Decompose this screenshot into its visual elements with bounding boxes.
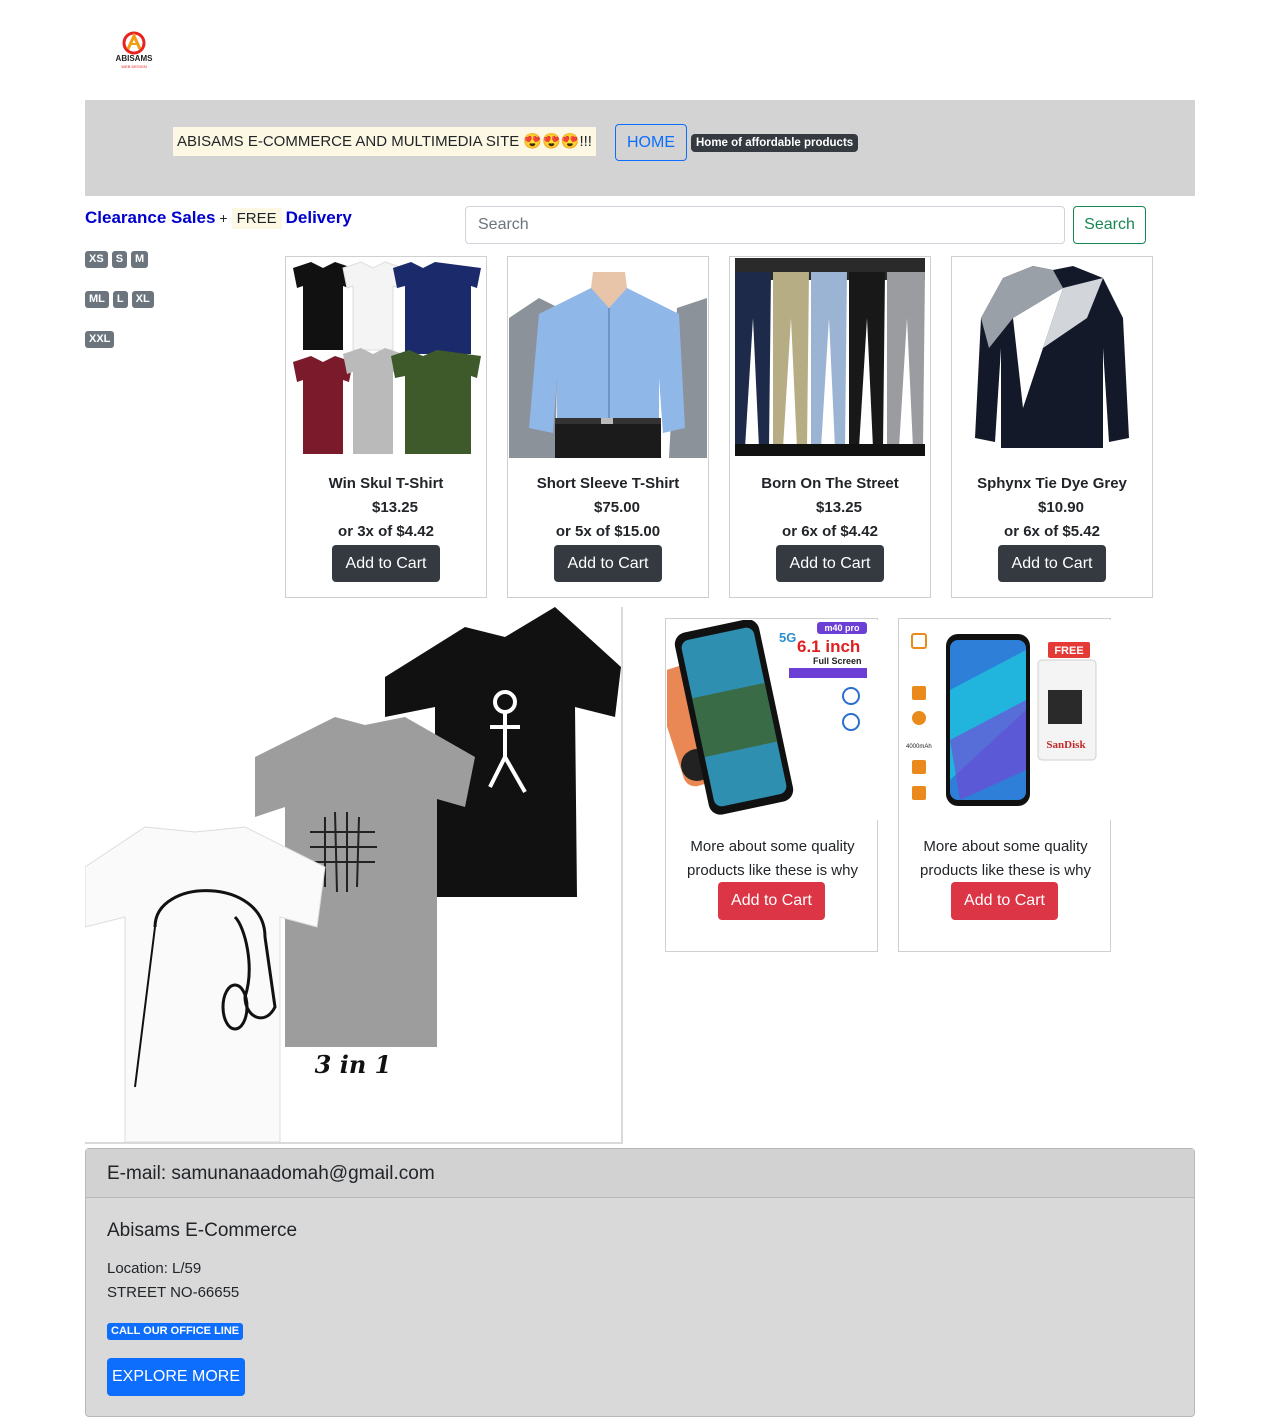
search-input[interactable]	[465, 206, 1065, 244]
product-price: $13.25	[372, 499, 418, 516]
add-to-cart-button[interactable]: Add to Cart	[998, 545, 1106, 582]
street-line: STREET NO-66655	[107, 1284, 240, 1301]
product-installment: or 5x of $15.00	[555, 523, 661, 540]
size-badge-xl[interactable]: XL	[131, 291, 154, 308]
size-row-1: XS S M	[85, 251, 149, 268]
promo-card: m40 pro 5G 6.1 inch Full Screen More abo…	[653, 618, 878, 952]
product-installment: or 3x of $4.42	[338, 523, 434, 540]
product-card: Win Skul T-Shirt $13.25 or 3x of $4.42 A…	[285, 256, 487, 598]
site-logo[interactable]: ABISAMS WEB DESIGN	[106, 30, 162, 70]
add-to-cart-button[interactable]: Add to Cart	[951, 882, 1058, 920]
shirt-product-image[interactable]	[509, 258, 707, 458]
size-row-3: XXL	[85, 331, 115, 348]
promo-img-screen: Full Screen	[813, 656, 862, 666]
explore-more-button[interactable]: EXPLORE MORE	[107, 1358, 245, 1396]
product-name: Sphynx Tie Dye Grey	[977, 475, 1127, 492]
footer-email: E-mail: samunanaadomah@gmail.com	[86, 1149, 1194, 1198]
logo-tagline: WEB DESIGN	[121, 64, 147, 69]
hero-tshirts-image[interactable]: 3 in 1	[84, 607, 623, 1144]
plus-sign: +	[219, 210, 228, 226]
phone-promo-image-2[interactable]: 4000mAh FREE SanDisk	[900, 620, 1111, 820]
logo-brand: ABISAMS	[116, 54, 154, 63]
product-price: $10.90	[1038, 499, 1084, 516]
tshirts-product-image[interactable]	[287, 258, 485, 458]
trousers-product-image[interactable]	[731, 258, 929, 458]
product-name: Short Sleeve T-Shirt	[536, 475, 680, 492]
size-badge-m[interactable]: M	[131, 251, 149, 268]
footer-card: E-mail: samunanaadomah@gmail.com Abisams…	[85, 1148, 1195, 1417]
promo-banner: Clearance Sales + FREE Delivery	[85, 205, 352, 231]
delivery-text: Delivery	[285, 208, 352, 227]
product-card: Born On The Street $13.25 or 6x of $4.42…	[729, 256, 931, 598]
promo-img-battery: 4000mAh	[906, 744, 932, 750]
size-badge-xs[interactable]: XS	[85, 251, 108, 268]
call-office-badge: CALL OUR OFFICE LINE	[107, 1323, 244, 1340]
sweater-product-image[interactable]	[953, 258, 1151, 458]
add-to-cart-button[interactable]: Add to Cart	[332, 545, 440, 582]
top-navbar: ABISAMS E-COMMERCE AND MULTIMEDIA SITE 😍…	[85, 100, 1195, 196]
product-name: Win Skul T-Shirt	[328, 475, 444, 492]
size-badge-ml[interactable]: ML	[85, 291, 109, 308]
footer-location: Location: L/59 STREET NO-66655	[107, 1257, 239, 1305]
promo-img-size: 6.1 inch	[797, 637, 860, 656]
home-button[interactable]: HOME	[615, 124, 687, 161]
size-badge-l[interactable]: L	[112, 291, 128, 308]
product-card: Short Sleeve T-Shirt $75.00 or 5x of $15…	[507, 256, 709, 598]
clearance-sales-text: Clearance Sales	[85, 208, 216, 227]
product-installment: or 6x of $5.42	[1004, 523, 1100, 540]
promo-description: More about some quality products like th…	[920, 838, 1091, 879]
phone-promo-image-1[interactable]: m40 pro 5G 6.1 inch Full Screen	[653, 619, 878, 820]
promo-img-model: m40 pro	[824, 623, 860, 633]
promo-img-free: FREE	[1054, 645, 1083, 657]
add-to-cart-button[interactable]: Add to Cart	[554, 545, 662, 582]
product-price: $13.25	[816, 499, 862, 516]
search-button[interactable]: Search	[1073, 206, 1146, 244]
promo-img-5g: 5G	[779, 630, 796, 645]
promo-card: 4000mAh FREE SanDisk More about some qua…	[898, 618, 1111, 952]
size-badge-s[interactable]: S	[111, 251, 128, 268]
hero-caption: 3 in 1	[315, 1050, 392, 1079]
add-to-cart-button[interactable]: Add to Cart	[776, 545, 884, 582]
size-row-2: ML L XL	[85, 291, 154, 308]
product-card: Sphynx Tie Dye Grey $10.90 or 6x of $5.4…	[951, 256, 1153, 598]
footer-company-title: Abisams E-Commerce	[107, 1220, 298, 1241]
tagline-badge: Home of affordable products	[691, 134, 859, 152]
promo-img-brand: SanDisk	[1046, 739, 1086, 751]
size-badge-xxl[interactable]: XXL	[85, 331, 115, 348]
product-name: Born On The Street	[761, 475, 899, 492]
promo-description: More about some quality products like th…	[687, 838, 858, 879]
site-title: ABISAMS E-COMMERCE AND MULTIMEDIA SITE 😍…	[173, 127, 596, 156]
product-installment: or 6x of $4.42	[782, 523, 878, 540]
product-price: $75.00	[594, 499, 640, 516]
location-line: Location: L/59	[107, 1260, 202, 1277]
free-label: FREE	[231, 208, 282, 229]
add-to-cart-button[interactable]: Add to Cart	[718, 882, 825, 920]
